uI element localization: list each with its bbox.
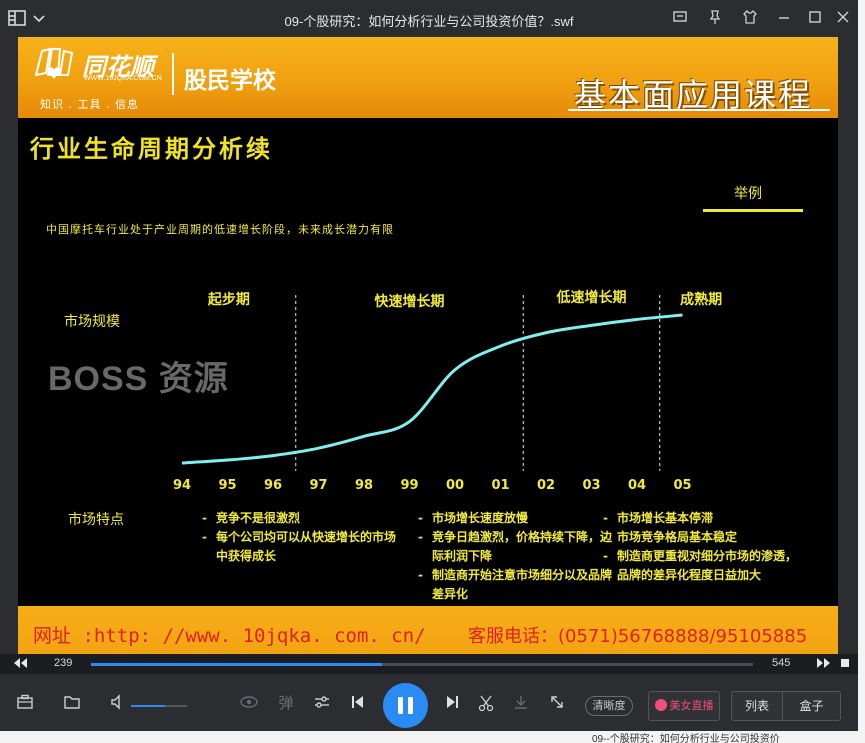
video-frame[interactable]: 同花顺 WWW.10JQKA.COM.CN 知识 . 工具 . 信息 股民学校 … bbox=[18, 37, 838, 654]
toolbox-icon[interactable] bbox=[14, 694, 36, 714]
phase-label: 起步期 bbox=[207, 292, 250, 308]
live-icon bbox=[654, 699, 667, 711]
feature-item: - 竞争不是很激烈 bbox=[202, 509, 402, 528]
feature-item: - 制造商开始注意市场细分以及品牌差异化 bbox=[418, 566, 618, 604]
feature-item: - 市场竞争格局基本稳定 bbox=[603, 528, 803, 547]
feature-text: 竞争日趋激烈，价格持续下降，边际利润下降 bbox=[432, 530, 613, 563]
volume-slider[interactable] bbox=[131, 705, 187, 707]
control-bar: 弹 清晰度 美女直播 列表 盒子 bbox=[0, 674, 858, 731]
x-tick-label: 98 bbox=[354, 478, 374, 493]
bullet-dash: - bbox=[418, 568, 423, 582]
screenshot-eye-icon[interactable] bbox=[238, 694, 260, 714]
x-tick-label: 02 bbox=[536, 478, 556, 493]
screen: 09--个股研究：如何分析行业与公司投资价 09-个股研究：如何分析行业与公司投… bbox=[0, 0, 865, 743]
previous-icon[interactable] bbox=[346, 694, 368, 714]
x-tick-label: 04 bbox=[627, 478, 647, 493]
bullet-dash: - bbox=[603, 549, 608, 563]
x-tick-label: 00 bbox=[445, 478, 465, 493]
open-folder-icon[interactable] bbox=[61, 694, 83, 714]
title-bar[interactable]: 09-个股研究：如何分析行业与公司投资价值？.swf bbox=[0, 0, 858, 37]
features-label: 市场特点 bbox=[68, 512, 124, 528]
close-icon[interactable] bbox=[834, 9, 852, 27]
next-icon[interactable] bbox=[442, 694, 464, 714]
pin-icon[interactable] bbox=[706, 9, 724, 27]
bullet-dash: - bbox=[202, 511, 207, 525]
slide-footer: 网址 :http: //www. 10jqka. com. cn/ 客服电话：(… bbox=[18, 606, 838, 654]
live-stream-button[interactable]: 美女直播 bbox=[648, 691, 720, 721]
feature-column: - 竞争不是很激烈 - 每个公司均可以从快速增长的市场中获得成长 bbox=[202, 509, 402, 566]
fullscreen-icon[interactable] bbox=[546, 694, 568, 714]
minimize-icon[interactable] bbox=[775, 9, 793, 27]
feature-text: 竞争不是很激烈 bbox=[216, 511, 301, 525]
progress-row: 239 545 bbox=[0, 654, 858, 674]
phase-label: 低速增长期 bbox=[556, 290, 627, 306]
pause-button[interactable] bbox=[383, 683, 428, 728]
live-label: 美女直播 bbox=[669, 699, 714, 712]
x-tick-label: 03 bbox=[582, 478, 601, 493]
bullet-dash: - bbox=[202, 530, 207, 544]
feature-column: - 市场增长基本停滞 - 市场竞争格局基本稳定 - 制造商更重视对细分市场的渗透，品牌的差… bbox=[603, 509, 803, 585]
feature-text: 市场竞争格局基本稳定 bbox=[617, 530, 738, 544]
progress-fill bbox=[91, 663, 383, 666]
box-button[interactable]: 盒子 bbox=[783, 691, 841, 721]
current-time: 239 bbox=[54, 657, 73, 669]
maximize-icon[interactable] bbox=[806, 9, 824, 27]
bullet-dash: - bbox=[603, 530, 608, 544]
stop-icon[interactable] bbox=[840, 656, 850, 674]
feature-item: - 市场增长基本停滞 bbox=[603, 509, 803, 528]
feature-text: 市场增长基本停滞 bbox=[617, 511, 714, 525]
feature-item: - 竞争日趋激烈，价格持续下降，边际利润下降 bbox=[418, 528, 618, 566]
x-tick-label: 99 bbox=[400, 478, 419, 493]
x-tick-label: 95 bbox=[218, 478, 237, 493]
window-title: 09-个股研究：如何分析行业与公司投资价值？.swf bbox=[284, 14, 574, 29]
x-tick-label: 94 bbox=[172, 478, 192, 493]
danmaku-button[interactable]: 弹 bbox=[275, 694, 297, 712]
scissors-icon[interactable] bbox=[475, 694, 497, 716]
market-size-line bbox=[181, 313, 683, 465]
fast-forward-icon[interactable] bbox=[816, 656, 832, 674]
feature-text: 每个公司均可以从快速增长的市场中获得成长 bbox=[216, 530, 397, 563]
x-tick-label: 96 bbox=[263, 478, 283, 493]
equalizer-settings-icon[interactable] bbox=[311, 694, 333, 714]
bullet-dash: - bbox=[418, 511, 423, 525]
bullet-dash: - bbox=[418, 530, 423, 544]
skin-shirt-icon[interactable] bbox=[741, 9, 759, 27]
footer-phone: 客服电话：(0571)56768888/95105885 bbox=[468, 626, 808, 647]
feature-column: - 市场增长速度放慢 - 竞争日趋激烈，价格持续下降，边际利润下降 - 制造商开始注意市场… bbox=[418, 509, 618, 604]
feature-text: 市场增长速度放慢 bbox=[432, 511, 529, 525]
bullet-dash: - bbox=[603, 511, 608, 525]
message-icon[interactable] bbox=[671, 9, 689, 27]
feature-item: - 市场增长速度放慢 bbox=[418, 509, 618, 528]
feature-item: - 每个公司均可以从快速增长的市场中获得成长 bbox=[202, 528, 402, 566]
desktop-file-label[interactable]: 09--个股研究：如何分析行业与公司投资价 bbox=[592, 730, 780, 743]
rewind-icon[interactable] bbox=[12, 656, 28, 674]
video-player-window: 09-个股研究：如何分析行业与公司投资价值？.swf 同花顺 WWW.10JQK… bbox=[0, 0, 858, 731]
download-icon[interactable] bbox=[510, 694, 532, 714]
watermark: BOSS 资源 bbox=[48, 360, 229, 398]
phase-label: 成熟期 bbox=[680, 292, 723, 308]
feature-text: 制造商更重视对细分市场的渗透，品牌的差异化程度日益加大 bbox=[617, 549, 798, 582]
x-tick-label: 97 bbox=[309, 478, 328, 493]
volume-fill bbox=[131, 705, 165, 707]
volume-icon[interactable] bbox=[107, 694, 129, 714]
x-tick-label: 01 bbox=[491, 478, 510, 493]
desktop-bottom-strip: 09--个股研究：如何分析行业与公司投资价 bbox=[0, 730, 865, 743]
feature-item: - 制造商更重视对细分市场的渗透，品牌的差异化程度日益加大 bbox=[603, 547, 803, 585]
phase-label: 快速增长期 bbox=[374, 294, 445, 310]
pause-icon bbox=[398, 697, 403, 714]
x-tick-label: 05 bbox=[673, 478, 692, 493]
feature-text: 制造商开始注意市场细分以及品牌差异化 bbox=[432, 568, 613, 601]
total-time: 545 bbox=[772, 657, 791, 669]
clarity-button[interactable]: 清晰度 bbox=[585, 696, 633, 716]
playlist-button[interactable]: 列表 bbox=[731, 691, 783, 721]
footer-url: 网址 :http: //www. 10jqka. com. cn/ bbox=[33, 625, 426, 647]
progress-track[interactable] bbox=[91, 663, 753, 666]
